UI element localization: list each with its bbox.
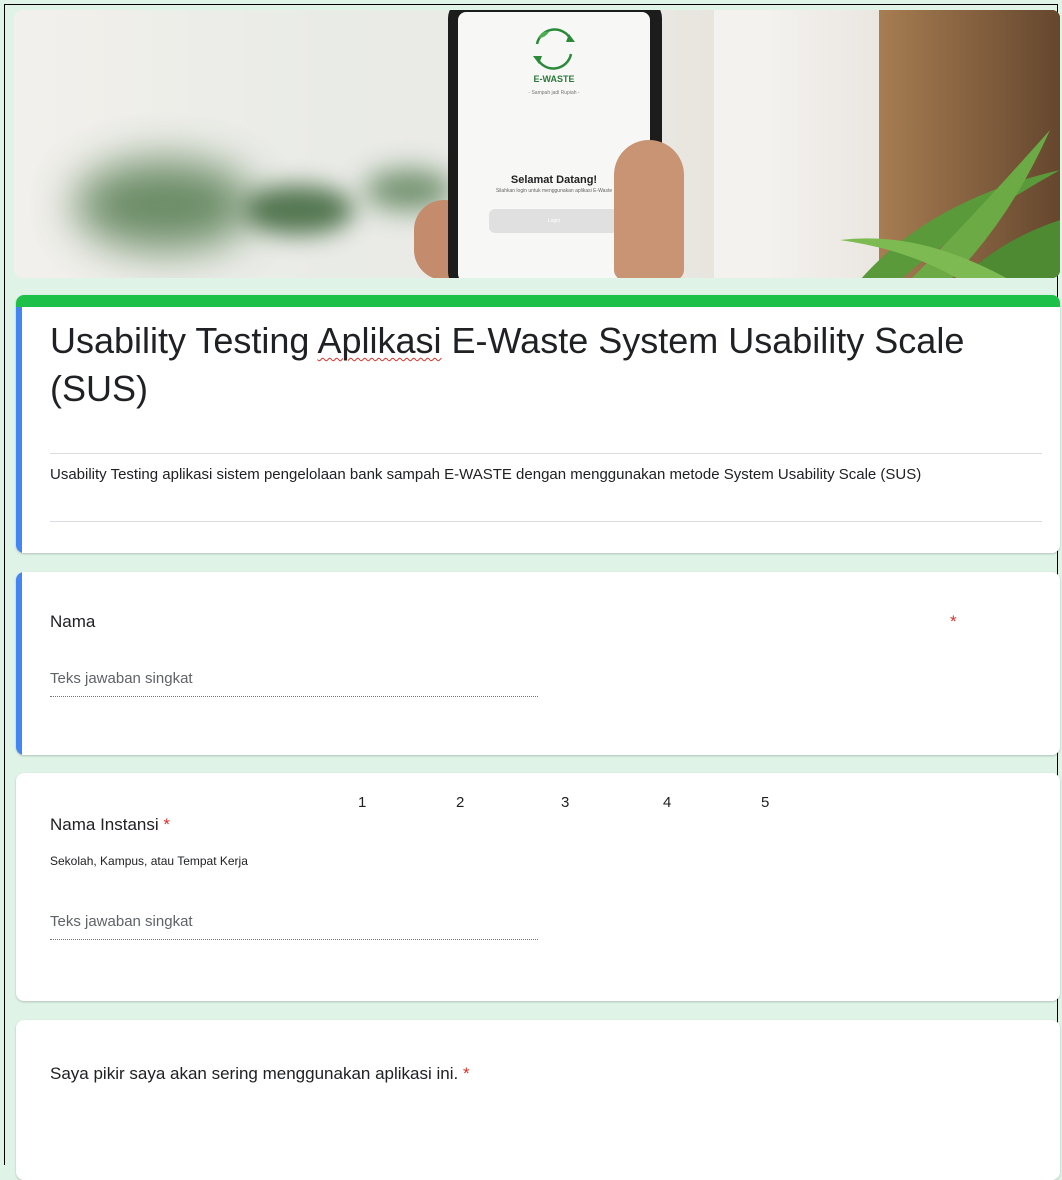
app-logo-text: E-WASTE — [533, 74, 575, 84]
plant-leaves-decoration — [840, 130, 1060, 278]
recycle-logo-icon — [529, 24, 579, 74]
form-title[interactable]: Usability Testing Aplikasi E-Waste Syste… — [50, 317, 1040, 413]
description-divider — [50, 521, 1042, 522]
question-card-nama[interactable]: Nama * Teks jawaban singkat — [16, 572, 1060, 755]
login-button-mockup: Login — [489, 209, 619, 233]
required-asterisk: * — [163, 815, 171, 834]
scale-label-3: 3 — [561, 794, 570, 811]
question-title: Nama Instansi * — [50, 815, 171, 834]
focus-indicator — [16, 307, 22, 553]
title-divider — [50, 453, 1042, 454]
required-asterisk: * — [462, 1064, 470, 1083]
misspelled-word: Aplikasi — [317, 320, 442, 361]
header-banner-image: E-WASTE - Sampah jadi Rupiah - Selamat D… — [14, 10, 1060, 278]
question-card-linear-scale[interactable]: Saya pikir saya akan sering menggunakan … — [16, 1020, 1060, 1180]
question-title: Nama — [50, 612, 96, 631]
required-asterisk: * — [950, 612, 957, 631]
short-answer-input[interactable]: Teks jawaban singkat — [50, 670, 538, 697]
scale-label-2: 2 — [456, 794, 465, 811]
question-help-text: Sekolah, Kampus, atau Tempat Kerja — [50, 854, 248, 868]
scale-label-4: 4 — [663, 794, 672, 811]
question-card-nama-instansi[interactable]: Nama Instansi * Sekolah, Kampus, atau Te… — [16, 773, 1060, 1001]
theme-accent-bar — [16, 295, 1060, 307]
question-title: Saya pikir saya akan sering menggunakan … — [50, 1064, 470, 1083]
form-title-card: Usability Testing Aplikasi E-Waste Syste… — [16, 295, 1060, 553]
app-tagline: - Sampah jadi Rupiah - — [528, 90, 580, 96]
focus-indicator — [16, 572, 22, 755]
form-description[interactable]: Usability Testing aplikasi sistem pengel… — [50, 465, 1040, 485]
scale-label-1: 1 — [358, 794, 367, 811]
short-answer-input[interactable]: Teks jawaban singkat — [50, 913, 538, 940]
scale-label-5: 5 — [761, 794, 770, 811]
